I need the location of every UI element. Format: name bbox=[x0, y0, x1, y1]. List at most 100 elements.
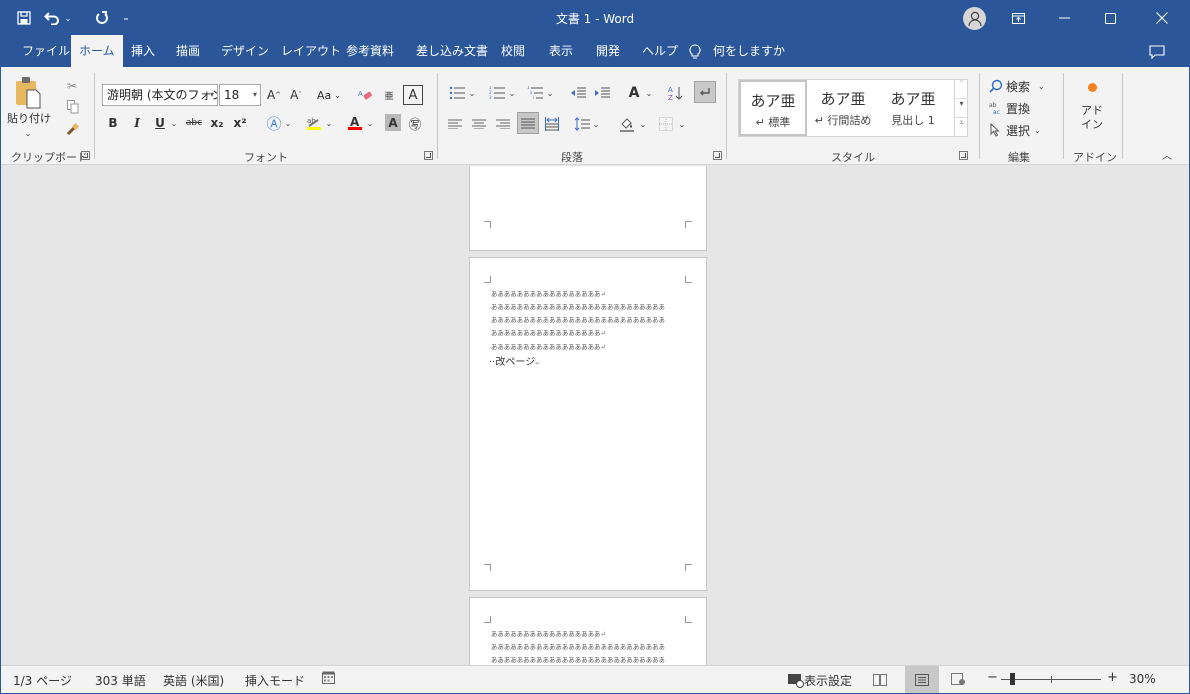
zoom-percent[interactable]: 30% bbox=[1129, 672, 1156, 686]
bullets-dropdown-icon[interactable]: ⌄ bbox=[467, 85, 477, 101]
insert-mode[interactable]: 挿入モード bbox=[245, 672, 305, 689]
styles-scrollbar[interactable]: ⌃ ▾ ⩡ bbox=[954, 79, 968, 137]
shrink-font-icon[interactable]: Aˇ bbox=[287, 85, 305, 105]
comments-icon[interactable] bbox=[1149, 35, 1165, 67]
asian-layout-icon[interactable]: A bbox=[624, 83, 644, 103]
character-border-icon[interactable]: A bbox=[403, 85, 423, 105]
page-1[interactable] bbox=[469, 166, 707, 251]
clipboard-launcher-icon[interactable] bbox=[81, 151, 90, 160]
change-case-button[interactable]: Aa ⌄ bbox=[314, 85, 344, 105]
tab-draw[interactable]: 描画 bbox=[168, 35, 208, 67]
sort-icon[interactable]: AZ bbox=[666, 83, 686, 103]
tab-file[interactable]: ファイル bbox=[14, 35, 78, 67]
document-canvas[interactable]: あああああああああああああああああ↵ あああああああああああああああああああああ… bbox=[1, 166, 1189, 665]
superscript-button[interactable]: x² bbox=[231, 113, 249, 133]
multilevel-dropdown-icon[interactable]: ⌄ bbox=[545, 85, 555, 101]
font-color-dropdown-icon[interactable]: ⌄ bbox=[365, 115, 375, 131]
zoom-out-button[interactable]: − bbox=[987, 670, 998, 685]
line-spacing-icon[interactable] bbox=[573, 114, 591, 134]
tab-help[interactable]: ヘルプ bbox=[634, 35, 686, 67]
bold-button[interactable]: B bbox=[105, 113, 121, 133]
paste-dropdown-icon[interactable]: ⌄ bbox=[21, 127, 35, 139]
word-count[interactable]: 303 単語 bbox=[95, 672, 146, 689]
scroll-up-icon[interactable]: ⌃ bbox=[955, 79, 968, 98]
minimize-button[interactable] bbox=[1041, 1, 1087, 35]
bullets-icon[interactable] bbox=[447, 83, 467, 103]
tab-view[interactable]: 表示 bbox=[541, 35, 581, 67]
format-painter-icon[interactable] bbox=[65, 121, 81, 137]
styles-more-icon[interactable]: ⩡ bbox=[955, 117, 968, 135]
close-button[interactable] bbox=[1139, 1, 1185, 35]
account-avatar[interactable] bbox=[963, 7, 986, 30]
highlight-dropdown-icon[interactable]: ⌄ bbox=[324, 115, 334, 131]
align-right-icon[interactable] bbox=[495, 115, 511, 133]
zoom-slider[interactable] bbox=[1001, 673, 1101, 685]
tab-insert[interactable]: 挿入 bbox=[123, 35, 163, 67]
style-normal[interactable]: あア亜 ↵ 標準 bbox=[739, 80, 807, 136]
tab-review[interactable]: 校閲 bbox=[493, 35, 533, 67]
borders-icon[interactable] bbox=[657, 114, 675, 134]
print-layout-button[interactable] bbox=[905, 666, 939, 693]
ribbon-display-options-button[interactable] bbox=[995, 1, 1041, 35]
align-left-icon[interactable] bbox=[447, 115, 463, 133]
numbering-icon[interactable]: 123 bbox=[487, 83, 507, 103]
web-layout-button[interactable] bbox=[941, 666, 975, 693]
page-3[interactable]: あああああああああああああああああ↵ あああああああああああああああああああああ… bbox=[469, 597, 707, 665]
select-button[interactable]: 選択 ⌄ bbox=[989, 121, 1059, 139]
text-effects-icon[interactable]: Ⓐ bbox=[265, 113, 283, 133]
style-heading-1[interactable]: あア亜 見出し 1 bbox=[879, 80, 947, 136]
align-center-icon[interactable] bbox=[471, 115, 487, 133]
multilevel-list-icon[interactable]: 1ai bbox=[525, 83, 545, 103]
paste-label[interactable]: 貼り付け bbox=[7, 111, 51, 125]
show-formatting-marks-button[interactable] bbox=[694, 81, 716, 103]
strikethrough-button[interactable]: abc bbox=[183, 113, 205, 133]
lightbulb-icon[interactable] bbox=[689, 35, 701, 67]
text-effects-dropdown-icon[interactable]: ⌄ bbox=[283, 115, 293, 131]
font-name-combo[interactable]: 游明朝 (本文のフォン ▾ bbox=[102, 84, 218, 106]
tab-mailings[interactable]: 差し込み文書 bbox=[408, 35, 496, 67]
read-mode-button[interactable] bbox=[863, 666, 897, 693]
addins-button[interactable]: アド イン bbox=[1069, 77, 1115, 137]
tell-me-search[interactable]: 何をしますか bbox=[713, 35, 785, 67]
collapse-ribbon-icon[interactable]: ︿ bbox=[1159, 147, 1175, 162]
paste-icon[interactable] bbox=[11, 73, 45, 111]
zoom-slider-thumb[interactable] bbox=[1010, 673, 1016, 685]
shading-dropdown-icon[interactable]: ⌄ bbox=[638, 116, 648, 132]
increase-indent-icon[interactable] bbox=[592, 83, 612, 103]
decrease-indent-icon[interactable] bbox=[568, 83, 588, 103]
asian-layout-dropdown-icon[interactable]: ⌄ bbox=[644, 85, 654, 101]
line-spacing-dropdown-icon[interactable]: ⌄ bbox=[591, 116, 601, 132]
underline-button[interactable]: U bbox=[152, 113, 168, 133]
scroll-down-icon[interactable]: ▾ bbox=[955, 98, 968, 117]
macro-recording-icon[interactable] bbox=[322, 671, 335, 687]
paragraph-launcher-icon[interactable] bbox=[713, 151, 722, 160]
find-button[interactable]: 検索 ⌄ bbox=[989, 77, 1059, 95]
maximize-button[interactable] bbox=[1087, 1, 1133, 35]
tab-design[interactable]: デザイン bbox=[213, 35, 277, 67]
grow-font-icon[interactable]: A ^ bbox=[265, 85, 283, 105]
italic-button[interactable]: I bbox=[129, 113, 145, 133]
tab-references[interactable]: 参考資料 bbox=[338, 35, 402, 67]
copy-icon[interactable] bbox=[65, 99, 81, 115]
tab-developer[interactable]: 開発 bbox=[588, 35, 628, 67]
cut-icon[interactable]: ✂ bbox=[63, 77, 81, 95]
zoom-in-button[interactable]: + bbox=[1107, 670, 1118, 685]
underline-dropdown-icon[interactable]: ⌄ bbox=[169, 115, 179, 131]
clear-formatting-icon[interactable]: A bbox=[357, 85, 375, 105]
page-2[interactable]: あああああああああああああああああ↵ あああああああああああああああああああああ… bbox=[469, 257, 707, 591]
page-count[interactable]: 1/3 ページ bbox=[13, 672, 72, 689]
font-color-icon[interactable]: A bbox=[346, 113, 364, 133]
styles-launcher-icon[interactable] bbox=[959, 151, 968, 160]
display-settings-button[interactable]: 表示設定 bbox=[788, 672, 852, 689]
distributed-icon[interactable] bbox=[543, 114, 561, 134]
shading-icon[interactable] bbox=[618, 114, 636, 134]
highlight-icon[interactable]: ab bbox=[305, 113, 323, 133]
borders-dropdown-icon[interactable]: ⌄ bbox=[677, 116, 687, 132]
style-no-spacing[interactable]: あア亜 ↵ 行間詰め bbox=[809, 80, 877, 136]
phonetic-guide-icon[interactable]: 亜 bbox=[381, 85, 397, 105]
enclose-characters-icon[interactable]: ㊢ bbox=[406, 113, 424, 133]
subscript-button[interactable]: x₂ bbox=[208, 113, 226, 133]
replace-button[interactable]: ab ac 置換 bbox=[989, 99, 1049, 117]
font-size-combo[interactable]: 18 ▾ bbox=[219, 84, 261, 106]
font-launcher-icon[interactable] bbox=[424, 151, 433, 160]
